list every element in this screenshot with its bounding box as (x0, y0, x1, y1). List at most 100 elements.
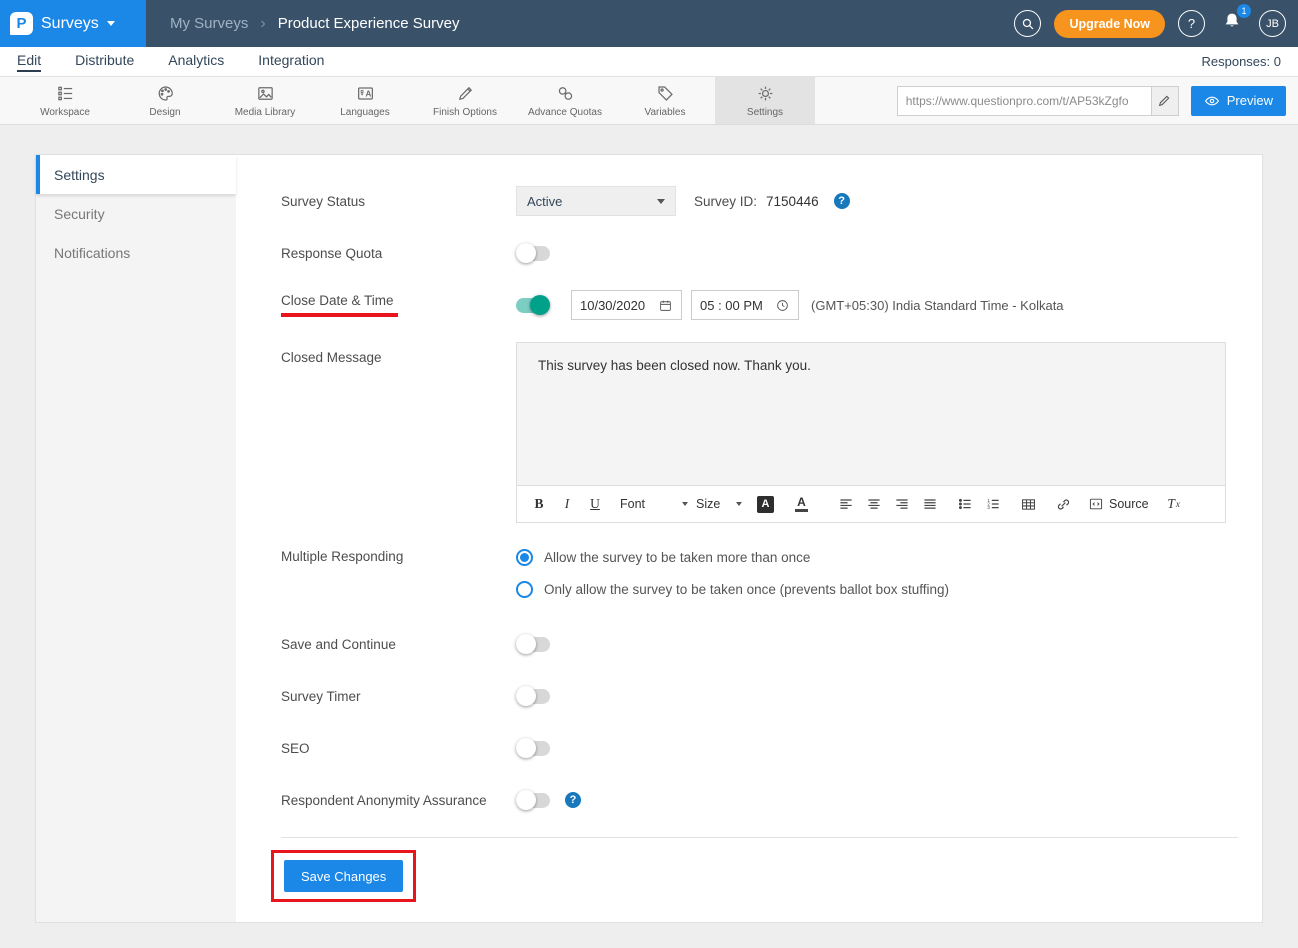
svg-text:3: 3 (987, 505, 990, 510)
eye-icon (1204, 93, 1220, 109)
numbered-list-icon: 123 (985, 496, 1001, 512)
link-icon (1055, 496, 1072, 513)
font-dropdown[interactable]: Font (620, 492, 688, 516)
survey-timer-label: Survey Timer (281, 689, 516, 704)
notification-badge: 1 (1237, 4, 1251, 18)
insert-link-button[interactable] (1053, 492, 1073, 516)
align-justify-button[interactable] (920, 492, 940, 516)
close-date-input[interactable]: 10/30/2020 (571, 290, 682, 320)
edit-url-button[interactable] (1151, 87, 1178, 115)
survey-status-select[interactable]: Active (516, 186, 676, 216)
toggle-knob (516, 686, 536, 706)
avatar[interactable]: JB (1259, 10, 1286, 37)
radio-option-once-only[interactable]: Only allow the survey to be taken once (… (516, 577, 949, 601)
response-quota-label: Response Quota (281, 246, 516, 261)
question-mark-icon: ? (1188, 16, 1195, 31)
settings-gear-icon (756, 84, 775, 103)
closed-message-editor: This survey has been closed now. Thank y… (516, 342, 1226, 523)
pencil-icon (1157, 93, 1172, 108)
background-color-button[interactable]: A (757, 492, 787, 516)
response-quota-row: Response Quota (281, 238, 1238, 268)
bullet-list-icon (957, 496, 973, 512)
save-and-continue-row: Save and Continue (281, 629, 1238, 659)
save-and-continue-toggle[interactable] (516, 637, 550, 652)
preview-button[interactable]: Preview (1191, 86, 1286, 116)
survey-timer-row: Survey Timer (281, 681, 1238, 711)
toggle-knob (516, 634, 536, 654)
survey-status-row: Survey Status Active Survey ID: 7150446 … (281, 186, 1238, 216)
align-right-button[interactable] (892, 492, 912, 516)
align-center-button[interactable] (864, 492, 884, 516)
survey-id-help-icon[interactable]: ? (834, 193, 850, 209)
toolbar-item-workspace[interactable]: Workspace (15, 77, 115, 124)
toolbar-item-label: Workspace (40, 107, 90, 118)
tab-analytics[interactable]: Analytics (168, 52, 224, 72)
toolbar-item-label: Languages (340, 107, 390, 118)
search-button[interactable] (1014, 10, 1041, 37)
close-time-input[interactable]: 05 : 00 PM (691, 290, 799, 320)
toggle-knob (516, 243, 536, 263)
multiple-responding-options: Allow the survey to be taken more than o… (516, 545, 949, 601)
insert-table-button[interactable] (1018, 492, 1038, 516)
close-date-value: 10/30/2020 (580, 298, 645, 313)
save-changes-button[interactable]: Save Changes (284, 860, 403, 892)
remove-format-button[interactable]: Tx (1164, 492, 1184, 516)
tab-edit[interactable]: Edit (17, 52, 41, 72)
bold-button[interactable]: B (529, 492, 549, 516)
upgrade-now-button[interactable]: Upgrade Now (1054, 10, 1165, 38)
form-divider (281, 837, 1238, 838)
size-dropdown[interactable]: Size (696, 492, 742, 516)
toolbar-item-label: Media Library (235, 107, 296, 118)
app-switcher[interactable]: P Surveys (0, 0, 146, 47)
toolbar-item-media-library[interactable]: Media Library (215, 77, 315, 124)
italic-button[interactable]: I (557, 492, 577, 516)
help-button[interactable]: ? (1178, 10, 1205, 37)
survey-timer-toggle[interactable] (516, 689, 550, 704)
sidebar-item-security[interactable]: Security (36, 194, 236, 233)
toolbar-item-advance-quotas[interactable]: Advance Quotas (515, 77, 615, 124)
tab-integration[interactable]: Integration (258, 52, 324, 72)
bullet-list-button[interactable] (955, 492, 975, 516)
toggle-knob (516, 790, 536, 810)
response-quota-toggle[interactable] (516, 246, 550, 261)
toolbar-item-design[interactable]: Design (115, 77, 215, 124)
closed-message-textarea[interactable]: This survey has been closed now. Thank y… (517, 343, 1225, 485)
toolbar-item-label: Finish Options (433, 107, 497, 118)
close-time-value: 05 : 00 PM (700, 298, 763, 313)
numbered-list-button[interactable]: 123 (983, 492, 1003, 516)
close-date-label: Close Date & Time (281, 293, 516, 317)
toolbar-item-finish-options[interactable]: Finish Options (415, 77, 515, 124)
radio-option-multiple-allowed[interactable]: Allow the survey to be taken more than o… (516, 545, 949, 569)
align-left-button[interactable] (836, 492, 856, 516)
seo-toggle[interactable] (516, 741, 550, 756)
breadcrumb-my-surveys[interactable]: My Surveys (170, 15, 248, 32)
sidebar-item-settings[interactable]: Settings (36, 155, 236, 194)
source-button[interactable]: Source (1088, 492, 1149, 516)
respondent-anonymity-help-icon[interactable]: ? (565, 792, 581, 808)
toolbar-item-variables[interactable]: Variables (615, 77, 715, 124)
tab-distribute[interactable]: Distribute (75, 52, 134, 72)
notifications-button[interactable]: 1 (1218, 9, 1246, 38)
survey-status-label: Survey Status (281, 194, 516, 209)
text-color-button[interactable]: A (795, 492, 821, 516)
chevron-down-icon (107, 21, 115, 26)
survey-url-input[interactable] (898, 87, 1151, 115)
toolbar-item-settings[interactable]: Settings (715, 77, 815, 124)
sidebar-item-label: Settings (54, 167, 105, 183)
red-annotation-box: Save Changes (271, 850, 416, 902)
chevron-down-icon (779, 502, 787, 507)
svg-text:A: A (365, 89, 371, 98)
underline-button[interactable]: U (585, 492, 605, 516)
question-mark-glyph: ? (838, 195, 845, 207)
remove-format-t: T (1167, 496, 1175, 512)
align-justify-icon (922, 496, 938, 512)
sidebar-item-notifications[interactable]: Notifications (36, 233, 236, 272)
respondent-anonymity-toggle[interactable] (516, 793, 550, 808)
text-color-letter: A (797, 496, 806, 508)
toolbar-item-languages[interactable]: A Languages (315, 77, 415, 124)
topbar-actions: Upgrade Now ? 1 JB (1014, 9, 1298, 38)
respondent-anonymity-label: Respondent Anonymity Assurance (281, 793, 516, 808)
close-date-toggle[interactable] (516, 298, 550, 313)
settings-sidebar: Settings Security Notifications (36, 155, 236, 922)
breadcrumb-separator: › (260, 15, 265, 33)
